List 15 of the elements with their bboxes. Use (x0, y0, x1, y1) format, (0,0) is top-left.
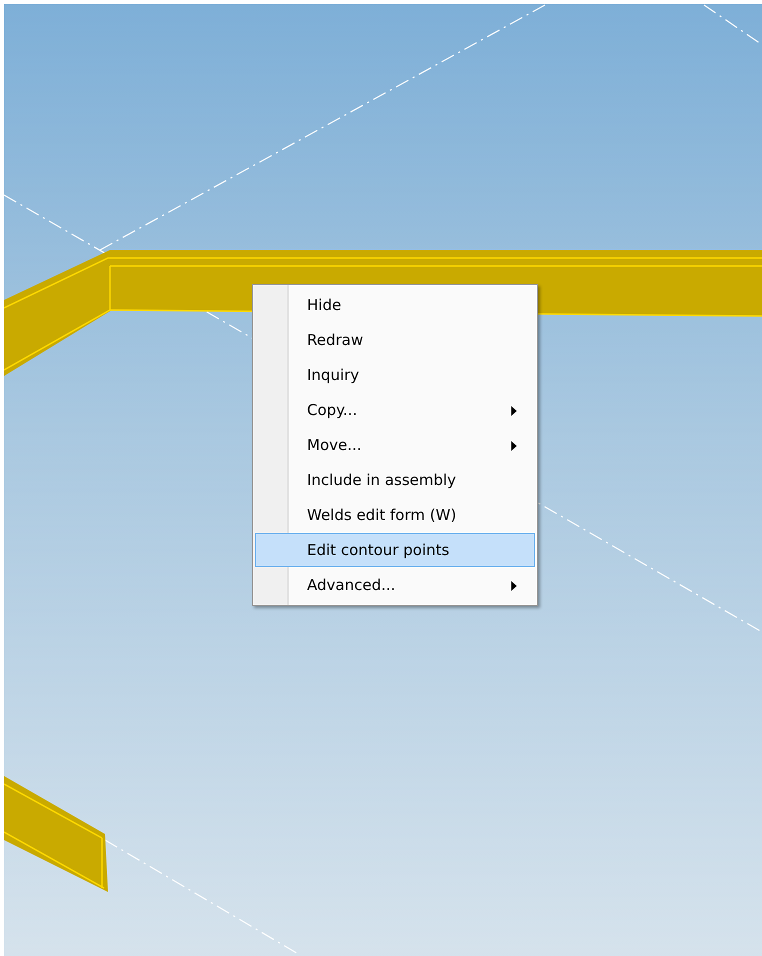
menu-item[interactable]: Inquiry (255, 358, 535, 392)
menu-item[interactable]: Include in assembly (255, 463, 535, 497)
menu-item[interactable]: Edit contour points (255, 533, 535, 567)
menu-item[interactable]: Redraw (255, 323, 535, 357)
submenu-arrow-icon (511, 441, 517, 451)
menu-item[interactable]: Advanced... (255, 568, 535, 602)
model-viewport[interactable]: Hide Redraw Inquiry Copy... Move... Include in assembly Welds edit form (W) Edit contour points Advanced... (4, 4, 762, 956)
construction-line (704, 4, 762, 44)
submenu-arrow-icon (511, 406, 517, 416)
beam-drawing[interactable] (4, 776, 108, 892)
submenu-arrow-icon (511, 581, 517, 591)
menu-item[interactable]: Move... (255, 428, 535, 462)
menu-item[interactable]: Hide (255, 288, 535, 322)
menu-item[interactable]: Welds edit form (W) (255, 498, 535, 532)
menu-item[interactable]: Copy... (255, 393, 535, 427)
